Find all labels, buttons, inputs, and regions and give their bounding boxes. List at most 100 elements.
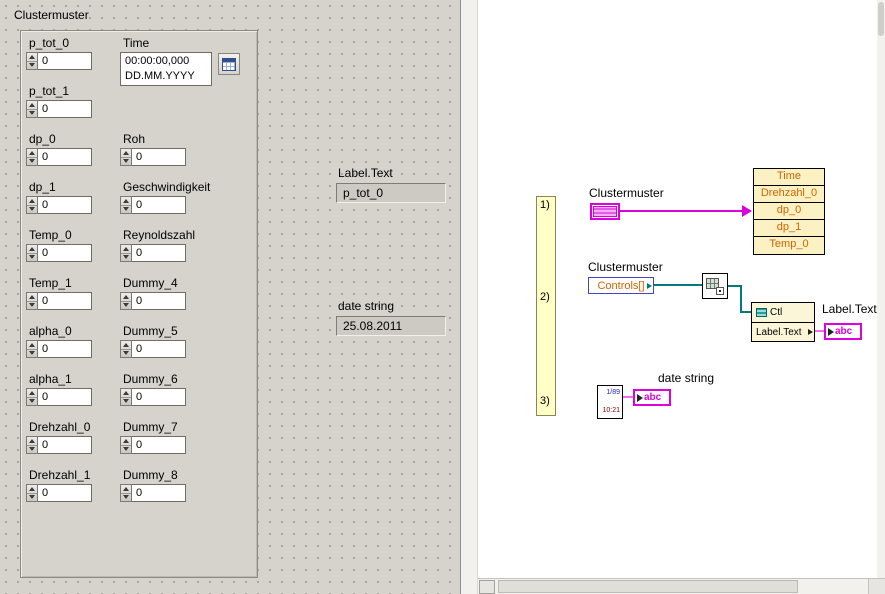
numeric-value-field[interactable]: 0 [132, 292, 186, 310]
reference-wire[interactable] [654, 284, 702, 286]
numeric-value-field[interactable]: 0 [38, 436, 92, 454]
numeric-value-field[interactable]: 0 [38, 100, 92, 118]
unbundle-row[interactable]: Time [754, 169, 824, 186]
spinner[interactable] [120, 292, 132, 310]
numeric-value-field[interactable]: 0 [38, 388, 92, 406]
numeric-control[interactable]: 0 [120, 196, 186, 214]
increment-button[interactable] [121, 341, 131, 349]
spinner[interactable] [26, 388, 38, 406]
numeric-value-field[interactable]: 0 [38, 340, 92, 358]
numeric-value-field[interactable]: 0 [132, 148, 186, 166]
increment-button[interactable] [27, 245, 37, 253]
spinner[interactable] [26, 292, 38, 310]
unbundle-row[interactable]: Temp_0 [754, 237, 824, 254]
get-date-time-string-node[interactable]: 1/89 10:21 [597, 385, 623, 419]
decrement-button[interactable] [27, 60, 37, 70]
numeric-control[interactable]: 0 [26, 52, 92, 70]
cluster-control-terminal[interactable] [590, 203, 620, 220]
increment-button[interactable] [27, 293, 37, 301]
increment-button[interactable] [121, 293, 131, 301]
spinner[interactable] [120, 244, 132, 262]
spinner[interactable] [120, 388, 132, 406]
decrement-button[interactable] [27, 300, 37, 310]
decrement-button[interactable] [121, 156, 131, 166]
numeric-value-field[interactable]: 0 [38, 292, 92, 310]
spinner[interactable] [26, 148, 38, 166]
horizontal-scrollbar-thumb[interactable] [498, 580, 798, 593]
numeric-control[interactable]: 0 [26, 148, 92, 166]
unbundle-by-name-node[interactable]: Time Drehzahl_0 dp_0 dp_1 Temp_0 [753, 168, 825, 255]
controls-property-node[interactable]: Controls[] [588, 277, 654, 294]
spinner[interactable] [26, 436, 38, 454]
numeric-control[interactable]: 0 [26, 244, 92, 262]
decrement-button[interactable] [121, 300, 131, 310]
increment-button[interactable] [27, 53, 37, 61]
numeric-value-field[interactable]: 0 [132, 196, 186, 214]
spinner[interactable] [120, 484, 132, 502]
spinner[interactable] [26, 244, 38, 262]
increment-button[interactable] [27, 437, 37, 445]
increment-button[interactable] [121, 389, 131, 397]
increment-button[interactable] [27, 389, 37, 397]
decrement-button[interactable] [27, 396, 37, 406]
reference-wire[interactable] [740, 285, 742, 313]
property-node-property-row[interactable]: Label.Text [752, 322, 814, 341]
increment-button[interactable] [27, 341, 37, 349]
spinner[interactable] [26, 340, 38, 358]
decrement-button[interactable] [27, 108, 37, 118]
numeric-control[interactable]: 0 [120, 292, 186, 310]
decrement-button[interactable] [121, 348, 131, 358]
numeric-value-field[interactable]: 0 [38, 148, 92, 166]
numeric-value-field[interactable]: 0 [132, 484, 186, 502]
date-string-indicator-terminal[interactable]: abc [633, 389, 671, 406]
numeric-control[interactable]: 0 [120, 244, 186, 262]
numeric-value-field[interactable]: 0 [38, 196, 92, 214]
decrement-button[interactable] [121, 252, 131, 262]
decrement-button[interactable] [27, 156, 37, 166]
unbundle-row[interactable]: Drehzahl_0 [754, 186, 824, 203]
increment-button[interactable] [27, 101, 37, 109]
decrement-button[interactable] [27, 444, 37, 454]
numeric-control[interactable]: 0 [120, 340, 186, 358]
spinner[interactable] [26, 484, 38, 502]
numeric-value-field[interactable]: 0 [38, 52, 92, 70]
numeric-control[interactable]: 0 [120, 388, 186, 406]
increment-button[interactable] [121, 437, 131, 445]
property-node[interactable]: Ctl Label.Text [751, 302, 815, 342]
numeric-value-field[interactable]: 0 [132, 244, 186, 262]
numeric-control[interactable]: 0 [120, 436, 186, 454]
increment-button[interactable] [121, 149, 131, 157]
numeric-control[interactable]: 0 [120, 484, 186, 502]
numeric-control[interactable]: 0 [26, 484, 92, 502]
decrement-button[interactable] [27, 252, 37, 262]
sequence-frame[interactable]: 1) 2) 3) [536, 196, 556, 416]
numeric-value-field[interactable]: 0 [132, 388, 186, 406]
numeric-control[interactable]: 0 [26, 196, 92, 214]
numeric-control[interactable]: 0 [26, 100, 92, 118]
increment-button[interactable] [27, 149, 37, 157]
vertical-scrollbar-thumb[interactable] [878, 2, 884, 36]
front-panel-scrollbar[interactable] [460, 0, 478, 594]
decrement-button[interactable] [121, 396, 131, 406]
unbundle-row[interactable]: dp_0 [754, 203, 824, 220]
property-node-class-row[interactable]: Ctl [752, 303, 814, 322]
cluster-wire[interactable] [620, 210, 742, 212]
string-wire[interactable] [815, 330, 824, 332]
decrement-button[interactable] [121, 492, 131, 502]
calendar-button[interactable] [218, 53, 240, 75]
numeric-control[interactable]: 0 [26, 388, 92, 406]
string-wire[interactable] [623, 396, 633, 398]
numeric-control[interactable]: 0 [26, 292, 92, 310]
reference-wire[interactable] [740, 311, 751, 313]
decrement-button[interactable] [27, 348, 37, 358]
spinner[interactable] [120, 340, 132, 358]
increment-button[interactable] [27, 485, 37, 493]
unbundle-row[interactable]: dp_1 [754, 220, 824, 237]
increment-button[interactable] [121, 245, 131, 253]
timestamp-field[interactable]: 00:00:00,000 DD.MM.YYYY [120, 52, 212, 86]
numeric-value-field[interactable]: 0 [132, 340, 186, 358]
numeric-control[interactable]: 0 [120, 148, 186, 166]
numeric-value-field[interactable]: 0 [38, 484, 92, 502]
increment-button[interactable] [121, 485, 131, 493]
index-array-node[interactable] [702, 273, 728, 299]
